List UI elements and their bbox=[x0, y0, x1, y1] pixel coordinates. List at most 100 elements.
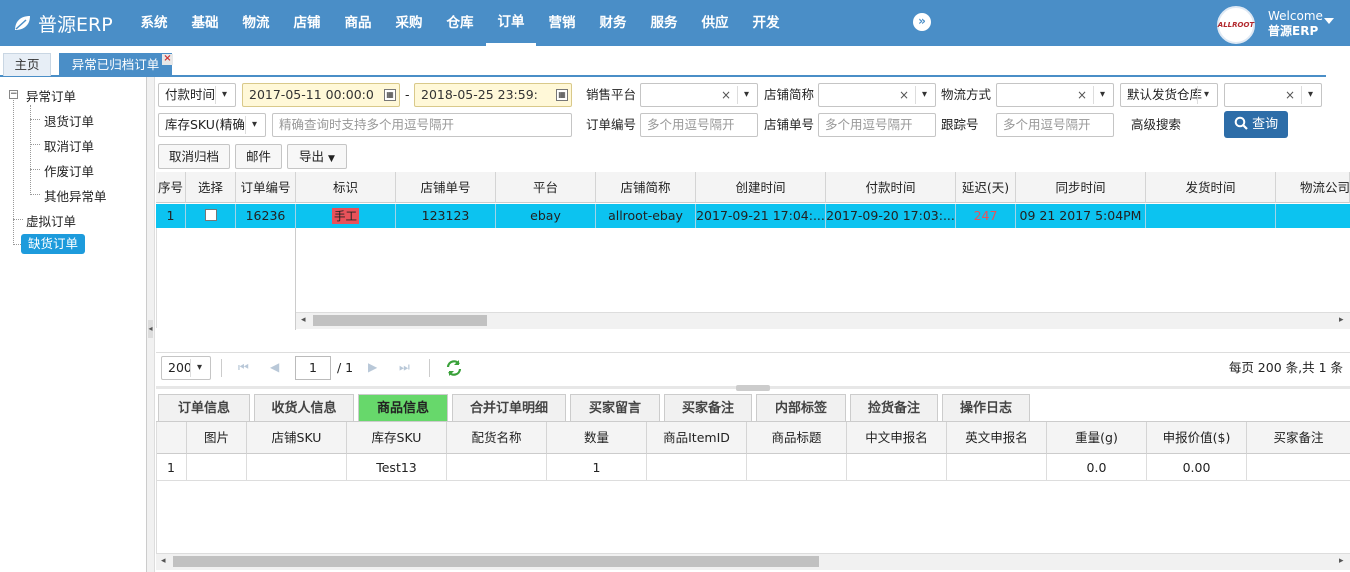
col-header[interactable]: 创建时间 bbox=[696, 172, 826, 203]
tab-picking-note[interactable]: 捡货备注 bbox=[850, 394, 938, 421]
mail-button[interactable]: 邮件 bbox=[235, 144, 282, 169]
nav-service[interactable]: 服务 bbox=[643, 0, 685, 46]
page-size-select[interactable]: 200 ▾ bbox=[161, 356, 211, 380]
clear-icon[interactable]: × bbox=[721, 84, 731, 106]
clear-icon[interactable]: × bbox=[899, 84, 909, 106]
first-page-icon[interactable]: ⏮ bbox=[238, 360, 249, 375]
col-header[interactable]: 序号 bbox=[156, 172, 186, 203]
nav-logistics[interactable]: 物流 bbox=[235, 0, 277, 46]
col-header[interactable]: 订单编号 bbox=[236, 172, 296, 203]
scroll-right-icon[interactable]: ▸ bbox=[1339, 556, 1344, 566]
scroll-left-icon[interactable]: ◂ bbox=[301, 315, 306, 325]
nav-basic[interactable]: 基础 bbox=[184, 0, 226, 46]
tree-item-cancelled-orders[interactable]: 取消订单 bbox=[44, 136, 94, 155]
col-header[interactable]: 选择 bbox=[186, 172, 236, 203]
tree-item-virtual-orders[interactable]: 虚拟订单 bbox=[26, 211, 76, 230]
sku-input[interactable]: 精确查询时支持多个用逗号隔开 bbox=[272, 113, 572, 137]
col-header[interactable]: 申报价值($) bbox=[1147, 422, 1247, 454]
clear-icon[interactable]: × bbox=[1077, 84, 1087, 106]
tab-merged-orders[interactable]: 合并订单明细 bbox=[452, 394, 566, 421]
collapse-icon[interactable]: − bbox=[9, 90, 18, 99]
refresh-icon[interactable] bbox=[445, 359, 463, 377]
avatar[interactable]: ALLROOT bbox=[1217, 6, 1255, 44]
col-header[interactable]: 买家备注 bbox=[1247, 422, 1350, 454]
col-header[interactable]: 店铺单号 bbox=[396, 172, 496, 203]
col-header[interactable]: 配货名称 bbox=[447, 422, 547, 454]
col-header[interactable]: 商品ItemID bbox=[647, 422, 747, 454]
extra-select[interactable]: × ▾ bbox=[1224, 83, 1322, 107]
search-button[interactable]: 查询 bbox=[1224, 111, 1288, 138]
clear-icon[interactable]: × bbox=[1285, 84, 1295, 106]
nav-warehouse[interactable]: 仓库 bbox=[439, 0, 481, 46]
nav-product[interactable]: 商品 bbox=[337, 0, 379, 46]
page-number-input[interactable]: 1 bbox=[295, 356, 331, 380]
last-page-icon[interactable]: ⏭ bbox=[399, 360, 410, 375]
col-header[interactable]: 库存SKU bbox=[347, 422, 447, 454]
tab-archived-abnormal-orders[interactable]: 异常已归档订单 bbox=[59, 53, 172, 76]
sku-type-select[interactable]: 库存SKU(精确 ▾ bbox=[158, 113, 266, 137]
nav-order[interactable]: 订单 bbox=[486, 0, 536, 46]
close-tab-icon[interactable]: × bbox=[162, 54, 173, 65]
export-button[interactable]: 导出 ▼ bbox=[287, 144, 347, 169]
tab-product-info[interactable]: 商品信息 bbox=[358, 394, 448, 421]
user-menu-caret-icon[interactable] bbox=[1324, 18, 1334, 24]
tree-item-void-orders[interactable]: 作废订单 bbox=[44, 161, 94, 180]
logistics-select[interactable]: × ▾ bbox=[996, 83, 1114, 107]
sidebar-splitter[interactable]: ◂ bbox=[147, 77, 155, 572]
expand-menu-icon[interactable]: » bbox=[913, 13, 931, 31]
col-header[interactable]: 商品标题 bbox=[747, 422, 847, 454]
pane-resizer[interactable] bbox=[156, 385, 1350, 391]
col-header[interactable]: 发货时间 bbox=[1146, 172, 1276, 203]
nav-marketing[interactable]: 营销 bbox=[541, 0, 583, 46]
col-header[interactable]: 店铺SKU bbox=[247, 422, 347, 454]
col-header[interactable]: 中文申报名 bbox=[847, 422, 947, 454]
calendar-icon[interactable]: ▦ bbox=[384, 89, 396, 101]
col-header[interactable]: 付款时间 bbox=[826, 172, 956, 203]
tab-buyer-note[interactable]: 买家备注 bbox=[664, 394, 752, 421]
date-from-field[interactable]: 2017-05-11 00:00:0 ▦ bbox=[242, 83, 400, 107]
tab-operation-log[interactable]: 操作日志 bbox=[942, 394, 1030, 421]
scrollbar-thumb[interactable] bbox=[173, 556, 819, 567]
tree-item-abnormal-orders[interactable]: 异常订单 bbox=[26, 86, 76, 105]
welcome-text[interactable]: Welcome 普源ERP bbox=[1268, 9, 1323, 39]
col-header[interactable]: 物流公司 bbox=[1276, 172, 1350, 203]
warehouse-select[interactable]: 默认发货仓库 ▾ bbox=[1120, 83, 1218, 107]
tracking-input[interactable]: 多个用逗号隔开 bbox=[996, 113, 1114, 137]
next-page-icon[interactable]: ▶ bbox=[368, 360, 377, 374]
resize-handle-icon[interactable] bbox=[736, 385, 770, 391]
tab-consignee[interactable]: 收货人信息 bbox=[254, 394, 354, 421]
col-header[interactable]: 数量 bbox=[547, 422, 647, 454]
nav-finance[interactable]: 财务 bbox=[592, 0, 634, 46]
tree-item-other-abnormal[interactable]: 其他异常单 bbox=[44, 186, 107, 205]
nav-shop[interactable]: 店铺 bbox=[286, 0, 328, 46]
calendar-icon[interactable]: ▦ bbox=[556, 89, 568, 101]
col-header[interactable]: 同步时间 bbox=[1016, 172, 1146, 203]
col-header[interactable]: 店铺简称 bbox=[596, 172, 696, 203]
scroll-right-icon[interactable]: ▸ bbox=[1339, 315, 1344, 325]
tab-order-info[interactable]: 订单信息 bbox=[158, 394, 250, 421]
prev-page-icon[interactable]: ◀ bbox=[270, 360, 279, 374]
shop-no-input[interactable]: 多个用逗号隔开 bbox=[818, 113, 936, 137]
scrollbar-thumb[interactable] bbox=[313, 315, 487, 326]
scroll-left-icon[interactable]: ◂ bbox=[161, 556, 166, 566]
date-to-field[interactable]: 2018-05-25 23:59: ▦ bbox=[414, 83, 572, 107]
app-logo[interactable]: 普源ERP bbox=[12, 10, 113, 36]
platform-select[interactable]: × ▾ bbox=[640, 83, 758, 107]
col-header[interactable]: 图片 bbox=[187, 422, 247, 454]
tab-internal-tags[interactable]: 内部标签 bbox=[756, 394, 846, 421]
tree-item-return-orders[interactable]: 退货订单 bbox=[44, 111, 94, 130]
order-no-input[interactable]: 多个用逗号隔开 bbox=[640, 113, 758, 137]
col-header[interactable]: 延迟(天) bbox=[956, 172, 1016, 203]
time-type-select[interactable]: 付款时间 ▾ bbox=[158, 83, 236, 107]
col-header[interactable]: 标识 bbox=[296, 172, 396, 203]
nav-purchase[interactable]: 采购 bbox=[388, 0, 430, 46]
cell-order-no[interactable]: 16236 bbox=[236, 204, 296, 228]
collapse-sidebar-icon[interactable]: ◂ bbox=[148, 320, 153, 338]
advanced-search-link[interactable]: 高级搜索 bbox=[1131, 113, 1181, 137]
col-header[interactable]: 平台 bbox=[496, 172, 596, 203]
unarchive-button[interactable]: 取消归档 bbox=[158, 144, 230, 169]
tree-item-out-of-stock[interactable]: 缺货订单 bbox=[21, 234, 85, 254]
shop-select[interactable]: × ▾ bbox=[818, 83, 936, 107]
nav-develop[interactable]: 开发 bbox=[745, 0, 787, 46]
nav-system[interactable]: 系统 bbox=[133, 0, 175, 46]
